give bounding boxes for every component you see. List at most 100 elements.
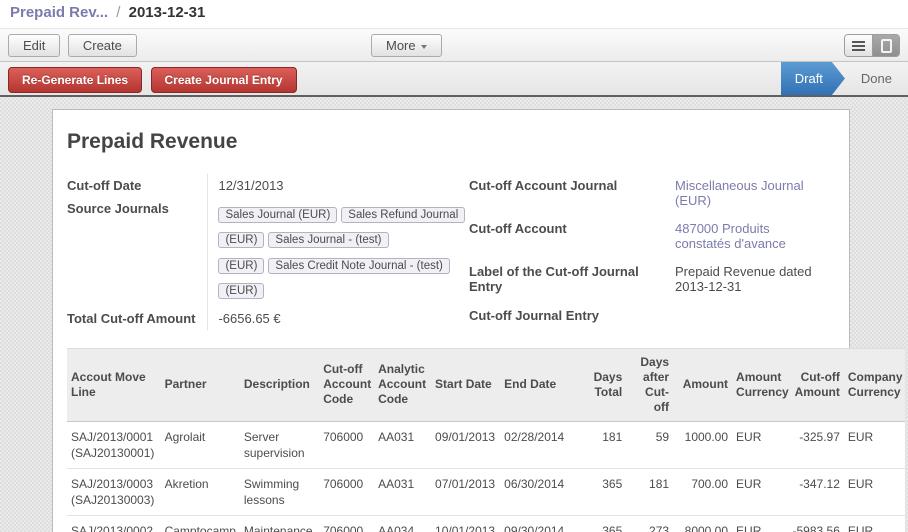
form-sheet: Prepaid Revenue Cut-off Date 12/31/2013 … xyxy=(52,109,850,532)
table-row[interactable]: SAJ/2013/0003 (SAJ20130003)AkretionSwimm… xyxy=(67,469,905,516)
cell: 59 xyxy=(626,421,673,468)
cell: 706000 xyxy=(319,469,374,516)
total-cutoff-amount-label: Total Cut-off Amount xyxy=(65,307,208,330)
cell: -325.97 xyxy=(783,421,844,468)
column-header[interactable]: Cut-off Amount xyxy=(783,348,844,421)
lines-table: Accout Move LinePartnerDescriptionCut-of… xyxy=(67,348,905,532)
source-journals-tags: Sales Journal (EUR)Sales Refund Journal … xyxy=(208,197,467,307)
cell: 8000.00 xyxy=(673,516,732,532)
cell: AA031 xyxy=(374,469,431,516)
action-bar: Re-Generate Lines Create Journal Entry D… xyxy=(0,62,908,97)
cell: 365 xyxy=(584,469,627,516)
cell: 06/30/2014 xyxy=(500,469,583,516)
form-view-button[interactable] xyxy=(872,35,899,56)
column-header[interactable]: Description xyxy=(240,348,319,421)
column-header[interactable]: Analytic Account Code xyxy=(374,348,431,421)
column-header[interactable]: Amount xyxy=(673,348,732,421)
cell: 706000 xyxy=(319,421,374,468)
cell: Camptocamp xyxy=(161,516,240,532)
cell: EUR xyxy=(732,516,783,532)
column-header[interactable]: Days Total xyxy=(584,348,627,421)
breadcrumb-parent-link[interactable]: Prepaid Rev... xyxy=(10,4,108,21)
cell: Swimming lessons xyxy=(240,469,319,516)
more-button-label: More xyxy=(386,38,416,53)
right-field-group: Cut-off Account Journal Miscellaneous Jo… xyxy=(467,174,825,330)
create-button[interactable]: Create xyxy=(68,34,137,57)
cell: Akretion xyxy=(161,469,240,516)
content-area: Prepaid Revenue Cut-off Date 12/31/2013 … xyxy=(0,97,908,532)
cell: 706000 xyxy=(319,516,374,532)
more-button[interactable]: More xyxy=(371,34,442,57)
status-step-done: Done xyxy=(845,62,908,95)
journal-tag: Sales Journal (EUR) xyxy=(218,207,337,223)
source-journals-label: Source Journals xyxy=(65,197,208,307)
cell: -347.12 xyxy=(783,469,844,516)
cell: 07/01/2013 xyxy=(431,469,500,516)
cell: AA031 xyxy=(374,421,431,468)
cutoff-account-journal-link[interactable]: Miscellaneous Journal (EUR) xyxy=(665,174,825,217)
cell: Server supervision xyxy=(240,421,319,468)
cell: 181 xyxy=(584,421,627,468)
cell: Maintenance contract xyxy=(240,516,319,532)
statusbar: DraftDone xyxy=(781,62,908,95)
lines-table-container: Accout Move LinePartnerDescriptionCut-of… xyxy=(67,348,837,532)
cell: AA034 xyxy=(374,516,431,532)
cell: 700.00 xyxy=(673,469,732,516)
view-switcher xyxy=(844,34,900,57)
journal-entry-label-value: Prepaid Revenue dated 2013-12-31 xyxy=(665,260,825,303)
cell: SAJ/2013/0002 (SAJ20130002) xyxy=(67,516,161,532)
column-header[interactable]: Amount Currency xyxy=(732,348,783,421)
cell: EUR xyxy=(844,469,905,516)
column-header[interactable]: Days after Cut-off xyxy=(626,348,673,421)
total-cutoff-amount-value: -6656.65 € xyxy=(208,307,467,330)
column-header[interactable]: Accout Move Line xyxy=(67,348,161,421)
breadcrumb: Prepaid Rev... / 2013-12-31 xyxy=(0,0,908,28)
cell: 365 xyxy=(584,516,627,532)
cutoff-account-label: Cut-off Account xyxy=(467,217,665,260)
cell: SAJ/2013/0001 (SAJ20130001) xyxy=(67,421,161,468)
table-row[interactable]: SAJ/2013/0001 (SAJ20130001)AgrolaitServe… xyxy=(67,421,905,468)
cutoff-journal-entry-label: Cut-off Journal Entry xyxy=(467,304,665,330)
cell: SAJ/2013/0003 (SAJ20130003) xyxy=(67,469,161,516)
column-header[interactable]: Cut-off Account Code xyxy=(319,348,374,421)
cell: EUR xyxy=(844,421,905,468)
column-header[interactable]: Start Date xyxy=(431,348,500,421)
column-header[interactable]: Partner xyxy=(161,348,240,421)
edit-button[interactable]: Edit xyxy=(8,34,60,57)
list-icon xyxy=(852,41,865,51)
cutoff-account-link[interactable]: 487000 Produits constatés d'avance xyxy=(665,217,825,260)
left-field-group: Cut-off Date 12/31/2013 Source Journals … xyxy=(65,174,467,330)
form-icon xyxy=(881,39,892,53)
toolbar: Edit Create More xyxy=(0,28,908,62)
cutoff-date-label: Cut-off Date xyxy=(65,174,208,197)
breadcrumb-separator: / xyxy=(112,4,124,21)
regenerate-lines-button[interactable]: Re-Generate Lines xyxy=(8,67,142,93)
cell: EUR xyxy=(732,421,783,468)
list-view-button[interactable] xyxy=(845,35,872,56)
cutoff-journal-entry-value xyxy=(665,304,825,330)
page-title: Prepaid Revenue xyxy=(67,130,837,154)
cell: EUR xyxy=(844,516,905,532)
create-journal-entry-button[interactable]: Create Journal Entry xyxy=(151,67,297,93)
column-header[interactable]: Company Currency xyxy=(844,348,905,421)
cell: 181 xyxy=(626,469,673,516)
cutoff-account-journal-label: Cut-off Account Journal xyxy=(467,174,665,217)
form-fields: Cut-off Date 12/31/2013 Source Journals … xyxy=(65,174,837,330)
cell: 1000.00 xyxy=(673,421,732,468)
cutoff-date-value: 12/31/2013 xyxy=(208,174,467,197)
status-step-draft: Draft xyxy=(781,62,845,95)
app-window: Prepaid Rev... / 2013-12-31 Edit Create … xyxy=(0,0,908,532)
cell: -5983.56 xyxy=(783,516,844,532)
journal-entry-label-label: Label of the Cut-off Journal Entry xyxy=(467,260,665,303)
breadcrumb-current: 2013-12-31 xyxy=(129,4,206,21)
cell: 273 xyxy=(626,516,673,532)
cell: Agrolait xyxy=(161,421,240,468)
cell: 09/30/2014 xyxy=(500,516,583,532)
column-header[interactable]: End Date xyxy=(500,348,583,421)
cell: 09/01/2013 xyxy=(431,421,500,468)
table-row[interactable]: SAJ/2013/0002 (SAJ20130002)CamptocampMai… xyxy=(67,516,905,532)
cell: 10/01/2013 xyxy=(431,516,500,532)
cell: EUR xyxy=(732,469,783,516)
cell: 02/28/2014 xyxy=(500,421,583,468)
chevron-down-icon xyxy=(421,45,427,49)
